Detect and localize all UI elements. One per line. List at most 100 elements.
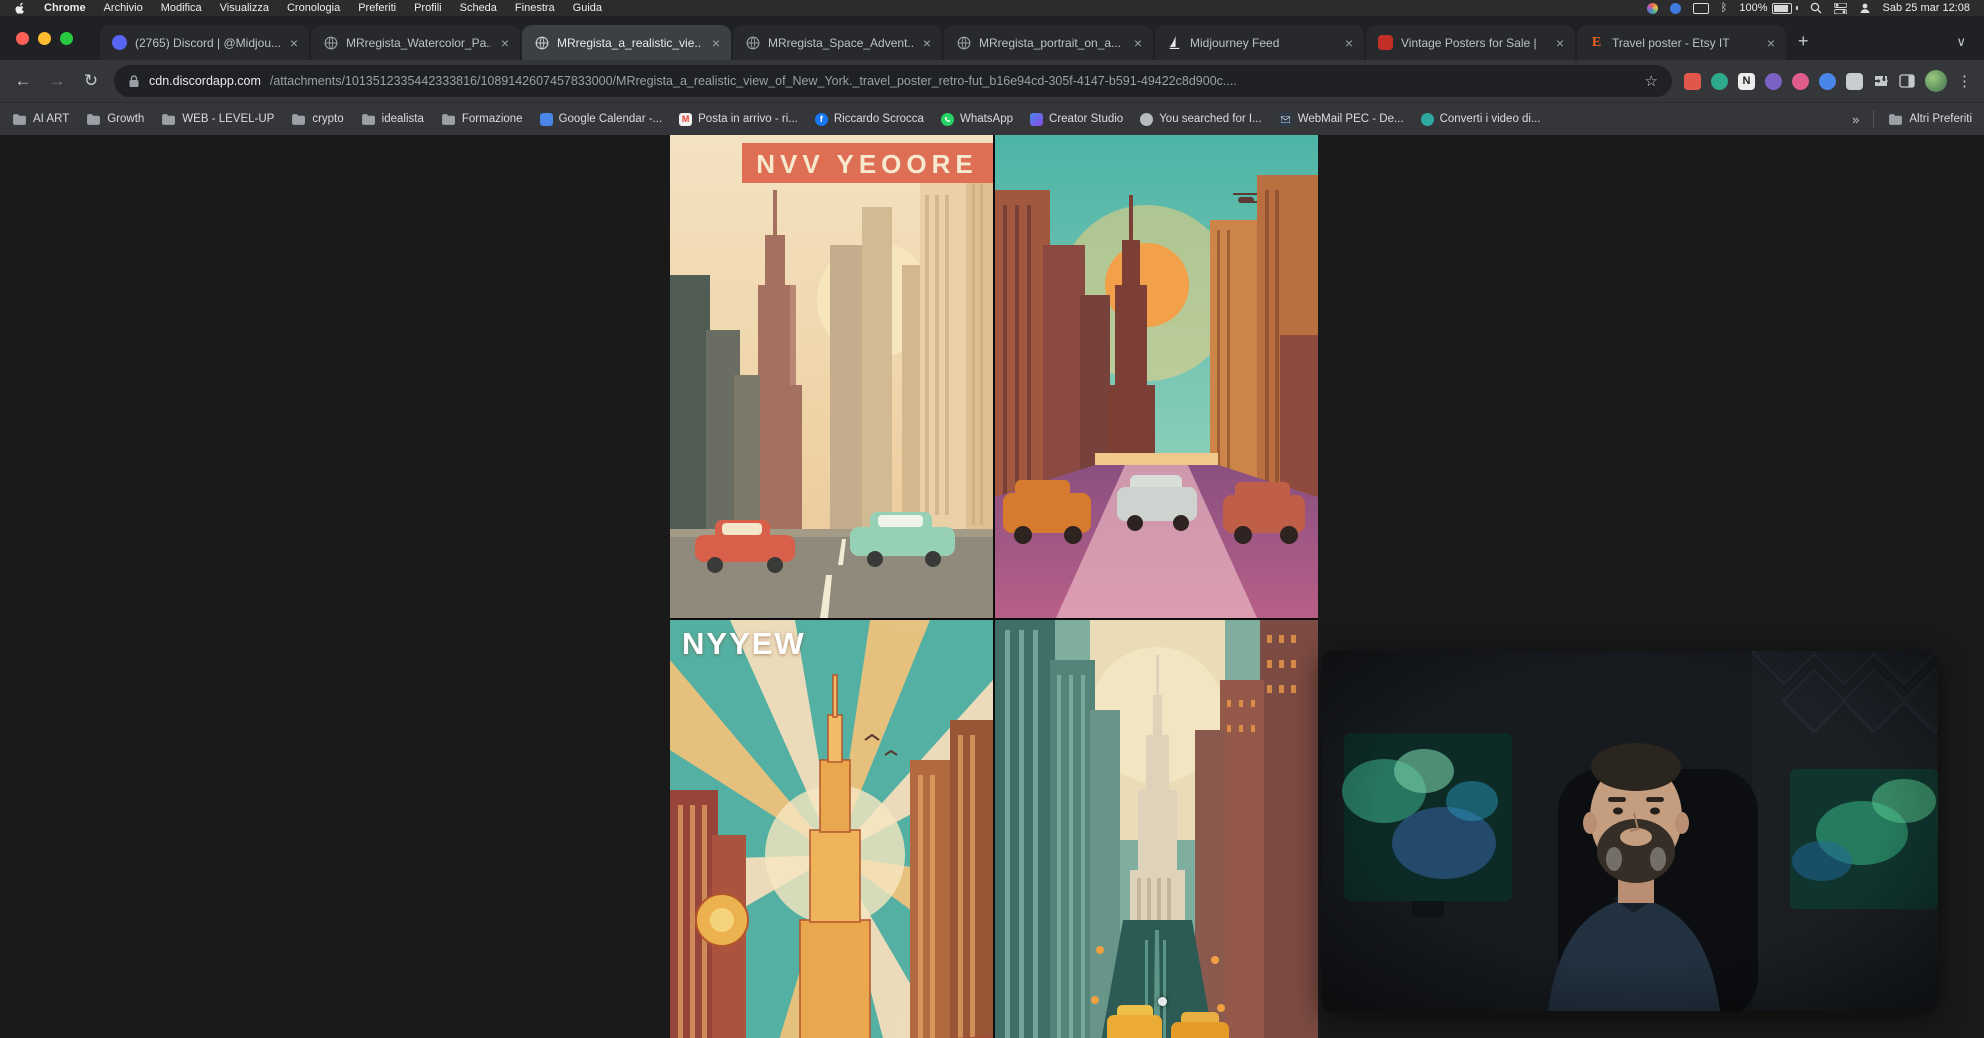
extension-icon[interactable] xyxy=(1684,73,1701,90)
close-window-button[interactable] xyxy=(16,32,29,45)
extension-icon[interactable] xyxy=(1846,73,1863,90)
extension-icon[interactable] xyxy=(1711,73,1728,90)
sailboat-icon xyxy=(1167,35,1182,50)
menu-visualizza[interactable]: Visualizza xyxy=(220,2,269,14)
menu-modifica[interactable]: Modifica xyxy=(161,2,202,14)
tab-realistic-view-active[interactable]: MRregista_a_realistic_vie... × xyxy=(522,25,731,60)
tab-label: Vintage Posters for Sale | xyxy=(1401,36,1546,50)
extension-icon[interactable] xyxy=(1792,73,1809,90)
tab-close-icon[interactable]: × xyxy=(1132,35,1144,51)
discord-icon xyxy=(112,35,127,50)
bookmark-star-icon[interactable]: ☆ xyxy=(1645,72,1658,90)
folder-icon xyxy=(361,113,376,126)
tab-close-icon[interactable]: × xyxy=(1765,35,1777,51)
menu-preferiti[interactable]: Preferiti xyxy=(358,2,396,14)
bookmark-label: Converti i video di... xyxy=(1440,113,1541,125)
tab-watercolor[interactable]: MRregista_Watercolor_Pa... × xyxy=(311,25,520,60)
screen-record-icon[interactable] xyxy=(1647,3,1658,14)
extension-icon[interactable]: N xyxy=(1738,73,1755,90)
menu-scheda[interactable]: Scheda xyxy=(460,2,497,14)
chrome-menu-icon[interactable]: ⋮ xyxy=(1957,72,1972,90)
extension-icon[interactable] xyxy=(1765,73,1782,90)
bookmark-idealista[interactable]: idealista xyxy=(361,113,424,126)
back-button[interactable]: ← xyxy=(12,71,34,91)
webcam-overlay xyxy=(1322,651,1938,1011)
search-icon[interactable] xyxy=(1810,2,1822,14)
url-path: /attachments/1013512335442333816/1089142… xyxy=(270,74,1636,88)
menu-finestra[interactable]: Finestra xyxy=(515,2,555,14)
tab-vintage-posters[interactable]: Vintage Posters for Sale | × xyxy=(1366,25,1575,60)
globe-icon xyxy=(956,35,971,50)
site-icon xyxy=(1421,113,1434,126)
display-icon[interactable] xyxy=(1693,3,1709,14)
menu-cronologia[interactable]: Cronologia xyxy=(287,2,340,14)
bookmark-facebook[interactable]: f Riccardo Scrocca xyxy=(815,113,924,126)
whatsapp-icon xyxy=(941,113,954,126)
tab-close-icon[interactable]: × xyxy=(921,35,933,51)
video-app-icon[interactable] xyxy=(1670,3,1681,14)
bookmarks-overflow-icon[interactable]: » xyxy=(1852,112,1859,127)
bookmark-label: Altri Preferiti xyxy=(1909,113,1972,125)
menubar-clock[interactable]: Sab 25 mar 12:08 xyxy=(1883,2,1970,14)
battery-indicator[interactable]: 100% xyxy=(1739,2,1797,14)
bookmark-label: Growth xyxy=(107,113,144,125)
tab-strip: (2765) Discord | @Midjou... × MRregista_… xyxy=(0,16,1984,60)
menu-archivio[interactable]: Archivio xyxy=(104,2,143,14)
bookmark-you-searched[interactable]: You searched for I... xyxy=(1140,113,1262,126)
poster-image-top-left: NVV YEOORE xyxy=(670,135,993,618)
tab-space-adventure[interactable]: MRregista_Space_Advent... × xyxy=(733,25,942,60)
bookmark-converti-video[interactable]: Converti i video di... xyxy=(1421,113,1541,126)
side-panel-icon[interactable] xyxy=(1899,74,1915,88)
profile-avatar[interactable] xyxy=(1925,70,1947,92)
bookmark-web-level-up[interactable]: WEB - LEVEL-UP xyxy=(161,113,274,126)
menu-guida[interactable]: Guida xyxy=(573,2,602,14)
bookmark-growth[interactable]: Growth xyxy=(86,113,144,126)
tab-label: MRregista_portrait_on_a... xyxy=(979,36,1124,50)
menu-profili[interactable]: Profili xyxy=(414,2,442,14)
toolbar: ← → ↻ cdn.discordapp.com /attachments/10… xyxy=(0,60,1984,102)
bookmark-formazione[interactable]: Formazione xyxy=(441,113,523,126)
tab-midjourney-feed[interactable]: Midjourney Feed × xyxy=(1155,25,1364,60)
tab-close-icon[interactable]: × xyxy=(710,35,722,51)
gmail-icon: M xyxy=(679,113,692,126)
address-bar[interactable]: cdn.discordapp.com /attachments/10135123… xyxy=(114,65,1672,97)
bookmark-ai-art[interactable]: AI ART xyxy=(12,113,69,126)
new-tab-button[interactable]: + xyxy=(1798,31,1809,52)
bookmark-label: AI ART xyxy=(33,113,69,125)
bookmark-creator-studio[interactable]: Creator Studio xyxy=(1030,113,1123,126)
bookmark-crypto[interactable]: crypto xyxy=(291,113,343,126)
bookmark-webmail-pec[interactable]: WebMail PEC - De... xyxy=(1279,113,1404,126)
tab-etsy[interactable]: E Travel poster - Etsy IT × xyxy=(1577,25,1786,60)
bookmarks-bar: AI ART Growth WEB - LEVEL-UP crypto idea… xyxy=(0,102,1984,135)
control-center-icon[interactable] xyxy=(1834,3,1847,14)
bluetooth-icon[interactable]: ᛒ xyxy=(1721,2,1728,14)
tab-close-icon[interactable]: × xyxy=(1343,35,1355,51)
minimize-window-button[interactable] xyxy=(38,32,51,45)
tab-close-icon[interactable]: × xyxy=(499,35,511,51)
zoom-window-button[interactable] xyxy=(60,32,73,45)
tab-portrait[interactable]: MRregista_portrait_on_a... × xyxy=(944,25,1153,60)
bookmark-gmail[interactable]: M Posta in arrivo - ri... xyxy=(679,113,798,126)
bookmark-altri-preferiti[interactable]: Altri Preferiti xyxy=(1888,113,1972,126)
bookmark-google-calendar[interactable]: Google Calendar -... xyxy=(540,113,663,126)
site-icon xyxy=(1140,113,1153,126)
forward-button[interactable]: → xyxy=(46,71,68,91)
battery-percent: 100% xyxy=(1739,2,1767,14)
facebook-icon: f xyxy=(815,113,828,126)
menu-app-name[interactable]: Chrome xyxy=(44,2,86,14)
webmail-icon xyxy=(1279,113,1292,126)
apple-icon[interactable] xyxy=(14,2,26,14)
reload-button[interactable]: ↻ xyxy=(80,71,102,91)
tab-close-icon[interactable]: × xyxy=(288,35,300,51)
bookmark-label: Formazione xyxy=(462,113,523,125)
midjourney-image-grid[interactable]: NVV YEOORE xyxy=(670,135,1318,1038)
extension-icon[interactable] xyxy=(1819,73,1836,90)
tab-discord[interactable]: (2765) Discord | @Midjou... × xyxy=(100,25,309,60)
puzzle-icon[interactable] xyxy=(1873,73,1889,89)
bookmark-whatsapp[interactable]: WhatsApp xyxy=(941,113,1013,126)
user-icon[interactable] xyxy=(1859,2,1871,14)
tab-close-icon[interactable]: × xyxy=(1554,35,1566,51)
poster-image-bottom-left: NYYEW xyxy=(670,620,993,1038)
bookmark-label: Google Calendar -... xyxy=(559,113,663,125)
tab-search-chevron-icon[interactable]: ∨ xyxy=(1956,34,1966,50)
